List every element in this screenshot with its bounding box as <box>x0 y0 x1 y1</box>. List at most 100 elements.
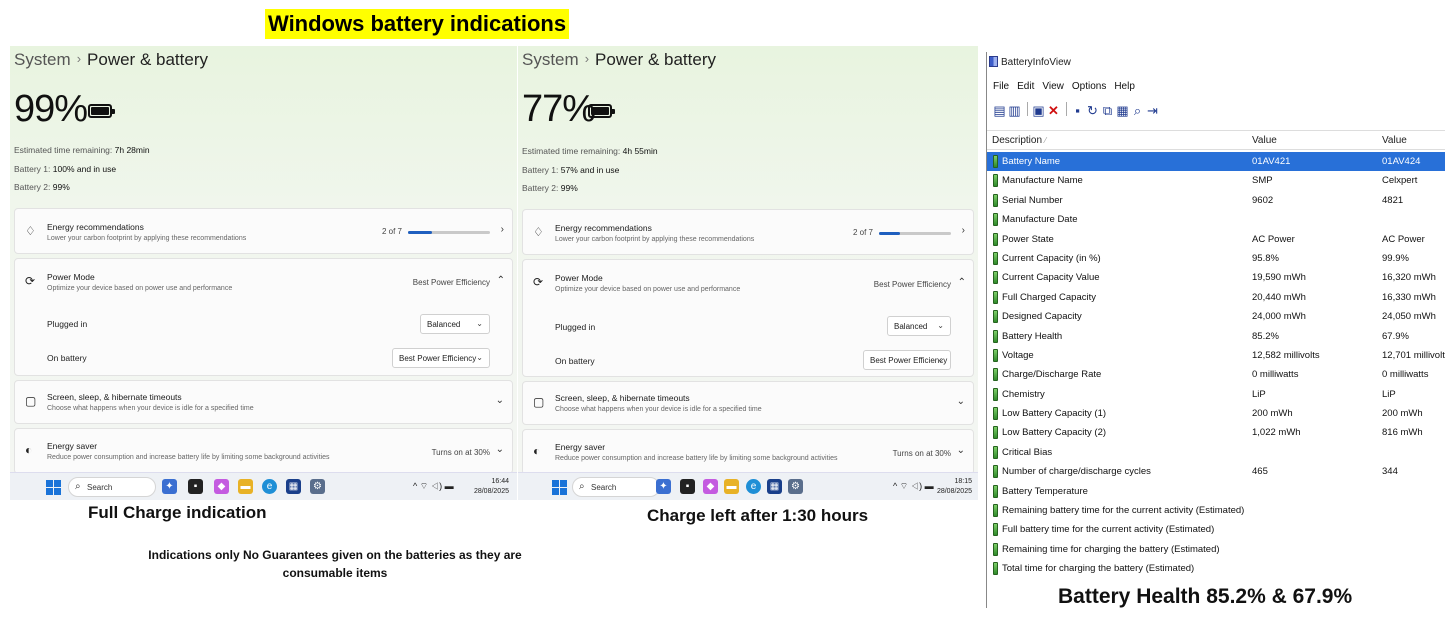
chevron-up-icon[interactable]: ⌃ <box>497 275 505 286</box>
delete-icon[interactable]: ✕ <box>1047 103 1060 119</box>
table-row[interactable]: Low Battery Capacity (1) 200 mWh 200 mWh <box>987 404 1445 423</box>
table-row[interactable]: Designed Capacity 24,000 mWh 24,050 mWh <box>987 307 1445 326</box>
battery-log-icon[interactable]: ▥ <box>1008 103 1021 119</box>
column-value-1[interactable]: Value <box>1252 135 1277 146</box>
table-row[interactable]: Battery Health 85.2% 67.9% <box>987 327 1445 346</box>
table-row[interactable]: Remaining time for charging the battery … <box>987 540 1445 559</box>
on-battery-dropdown[interactable]: Best Power Efficiency ⌄ <box>863 350 951 370</box>
find-icon[interactable]: ⌕ <box>1131 103 1144 119</box>
save-icon[interactable]: ▪ <box>1071 103 1084 118</box>
table-row[interactable]: Remaining battery time for the current a… <box>987 501 1445 520</box>
table-row[interactable]: Current Capacity (in %) 95.8% 99.9% <box>987 249 1445 268</box>
taskbar-search[interactable]: ⌕ Search <box>68 477 156 497</box>
edge-browser-icon[interactable]: e <box>262 479 277 494</box>
plugged-in-label: Plugged in <box>47 319 88 329</box>
power-mode-value: Best Power Efficiency <box>873 280 951 289</box>
table-row[interactable]: Serial Number 9602 4821 <box>987 191 1445 210</box>
battery1-status: Battery 1: 57% and in use <box>522 165 619 175</box>
report-icon[interactable]: ▦ <box>1116 103 1129 119</box>
window-title-text: BatteryInfoView <box>1001 57 1071 68</box>
chevron-down-icon[interactable]: ⌄ <box>957 445 965 456</box>
row-description: Total time for charging the battery (Est… <box>1002 563 1195 575</box>
table-row[interactable]: Total time for charging the battery (Est… <box>987 559 1445 578</box>
colorful-app-icon[interactable]: ◆ <box>703 479 718 494</box>
task-view-icon[interactable]: ▪ <box>680 479 695 494</box>
windows-start-icon[interactable] <box>46 480 61 495</box>
table-row[interactable]: Full battery time for the current activi… <box>987 520 1445 539</box>
menu-help[interactable]: Help <box>1114 81 1135 92</box>
table-row[interactable]: Charge/Discharge Rate 0 milliwatts 0 milli… <box>987 365 1445 384</box>
row-description: Current Capacity Value <box>1002 272 1100 284</box>
settings-gear-icon[interactable]: ⚙ <box>788 479 803 494</box>
table-row[interactable]: Manufacture Name SMP Celxpert <box>987 171 1445 190</box>
system-tray-icons[interactable]: ^ ⌔ ◁) ▬ <box>893 481 934 492</box>
copy-icon[interactable]: ⧉ <box>1101 103 1114 119</box>
table-row[interactable]: Voltage 12,582 millivolts 12,701 millivolt… <box>987 346 1445 365</box>
windows-start-icon[interactable] <box>552 480 567 495</box>
energy-recommendations-card[interactable]: ♢ Energy recommendations Lower your carb… <box>522 209 974 255</box>
taskbar-clock[interactable]: 18:15 28/08/2025 <box>937 477 972 497</box>
properties-icon[interactable]: ▣ <box>1032 103 1045 119</box>
energy-saver-card[interactable]: ◐ Energy saver Reduce power consumption … <box>522 429 974 475</box>
refresh-icon[interactable]: ↻ <box>1086 103 1099 119</box>
power-mode-icon: ⟳ <box>533 275 544 289</box>
plugged-in-dropdown[interactable]: Balanced ⌄ <box>887 316 951 336</box>
taskbar-clock[interactable]: 16:44 28/08/2025 <box>474 477 509 497</box>
table-row[interactable]: Battery Temperature <box>987 482 1445 501</box>
plugged-in-dropdown[interactable]: Balanced ⌄ <box>420 314 490 334</box>
menu-view[interactable]: View <box>1042 81 1064 92</box>
table-row[interactable]: Critical Bias <box>987 443 1445 462</box>
chevron-down-icon: ⌄ <box>937 321 944 330</box>
table-row[interactable]: Battery Name 01AV421 01AV424 <box>987 152 1445 172</box>
chevron-down-icon[interactable]: ⌄ <box>496 395 504 406</box>
column-header: Description ⁄ Value Value <box>987 130 1445 150</box>
taskbar-search[interactable]: ⌕ Search <box>572 477 660 497</box>
row-description: Power State <box>1002 233 1054 245</box>
row-value-2: AC Power <box>1382 233 1425 245</box>
settings-gear-icon[interactable]: ⚙ <box>310 479 325 494</box>
power-mode-title: Power Mode <box>47 272 95 282</box>
column-value-2[interactable]: Value <box>1382 135 1407 146</box>
breadcrumb-system[interactable]: System <box>522 50 579 69</box>
edge-browser-icon[interactable]: e <box>746 479 761 494</box>
screen-sleep-card[interactable]: ▢ Screen, sleep, & hibernate timeouts Ch… <box>14 380 513 424</box>
battery-row-icon <box>993 504 998 518</box>
energy-recommendations-card[interactable]: ♢ Energy recommendations Lower your carb… <box>14 208 513 254</box>
chevron-down-icon[interactable]: ⌄ <box>496 444 504 455</box>
task-view-icon[interactable]: ▪ <box>188 479 203 494</box>
table-row[interactable]: Low Battery Capacity (2) 1,022 mWh 816 mWh <box>987 423 1445 442</box>
on-battery-label: On battery <box>555 356 595 366</box>
table-row[interactable]: Full Charged Capacity 20,440 mWh 16,330 mW… <box>987 288 1445 307</box>
on-battery-dropdown[interactable]: Best Power Efficiency ⌄ <box>392 348 490 368</box>
column-description[interactable]: Description ⁄ <box>992 135 1046 146</box>
chevron-right-icon[interactable]: › <box>962 225 965 236</box>
colorful-app-icon[interactable]: ◆ <box>214 479 229 494</box>
file-explorer-icon[interactable]: ▬ <box>238 479 253 494</box>
breadcrumb-system[interactable]: System <box>14 50 71 69</box>
chevron-up-icon[interactable]: ⌃ <box>958 277 966 288</box>
chevron-down-icon[interactable]: ⌄ <box>957 396 965 407</box>
energy-saver-card[interactable]: ◐ Energy saver Reduce power consumption … <box>14 428 513 474</box>
chevron-right-icon[interactable]: › <box>501 224 504 235</box>
page-title: Windows battery indications <box>265 9 570 39</box>
row-description: Voltage <box>1002 349 1034 361</box>
file-explorer-icon[interactable]: ▬ <box>724 479 739 494</box>
exit-icon[interactable]: ⇥ <box>1146 103 1159 119</box>
menu-options[interactable]: Options <box>1072 81 1106 92</box>
search-placeholder: Search <box>591 483 617 492</box>
battery-info-icon[interactable]: ▤ <box>993 103 1006 119</box>
battery-row-icon <box>993 329 998 343</box>
system-tray-icons[interactable]: ^ ⌔ ◁) ▬ <box>413 481 454 492</box>
store-app-icon[interactable]: ▦ <box>767 479 782 494</box>
table-row[interactable]: Current Capacity Value 19,590 mWh 16,320 m… <box>987 268 1445 287</box>
copilot-app-icon[interactable]: ✦ <box>656 479 671 494</box>
table-row[interactable]: Manufacture Date <box>987 210 1445 229</box>
menu-edit[interactable]: Edit <box>1017 81 1034 92</box>
table-row[interactable]: Number of charge/discharge cycles 465 344 <box>987 462 1445 481</box>
table-row[interactable]: Power State AC Power AC Power <box>987 230 1445 249</box>
table-row[interactable]: Chemistry LiP LiP <box>987 385 1445 404</box>
copilot-app-icon[interactable]: ✦ <box>162 479 177 494</box>
menu-file[interactable]: File <box>993 81 1009 92</box>
store-app-icon[interactable]: ▦ <box>286 479 301 494</box>
screen-sleep-card[interactable]: ▢ Screen, sleep, & hibernate timeouts Ch… <box>522 381 974 425</box>
